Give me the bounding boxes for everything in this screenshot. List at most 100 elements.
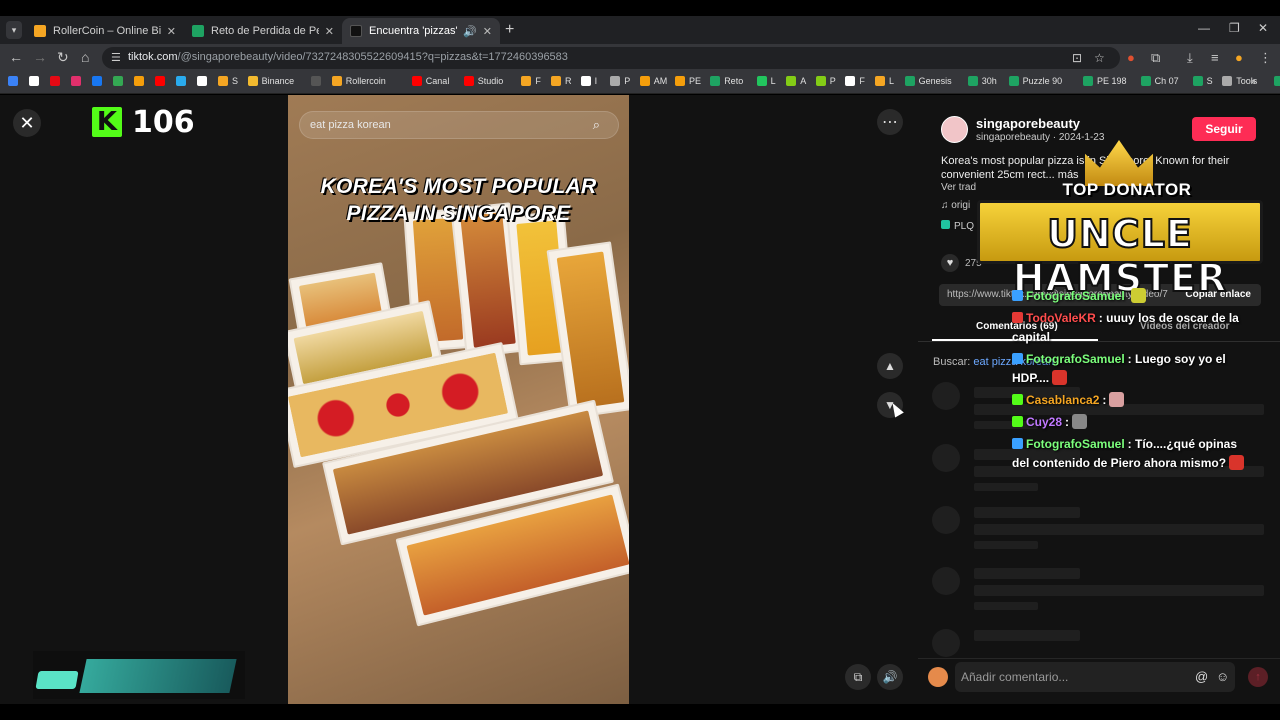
bookmark-item[interactable]: R: [551, 76, 572, 86]
bookmark-item[interactable]: I: [580, 76, 597, 86]
home-button[interactable]: ⌂: [81, 49, 89, 65]
heart-icon[interactable]: ♥: [941, 254, 959, 272]
bookmark-item[interactable]: Canal: [411, 76, 449, 86]
bookmark-item[interactable]: A: [786, 76, 806, 86]
more-bookmarks-icon[interactable]: »: [1251, 76, 1256, 86]
install-app-icon[interactable]: ⊡: [1072, 51, 1082, 65]
bookmark-item[interactable]: [155, 76, 169, 86]
creator-username[interactable]: singaporebeauty: [976, 116, 1080, 131]
bookmark-star-icon[interactable]: ☆: [1094, 51, 1105, 65]
bookmark-favicon-icon: [50, 76, 60, 86]
chat-badge-icon: [1012, 416, 1023, 427]
download-icon[interactable]: ⤓: [1187, 50, 1193, 66]
send-comment-button[interactable]: ↑: [1248, 667, 1268, 687]
kick-logo-icon: K: [92, 107, 122, 137]
bookmark-item[interactable]: [113, 76, 127, 86]
bookmarks-bar: S Binance Rollercoin Canal Studio F R I P AM PE Ret…: [0, 72, 1280, 94]
close-window-button[interactable]: ✕: [1258, 21, 1268, 35]
video-search-bar[interactable]: eat pizza korean ⌕: [299, 111, 619, 139]
comment-skeleton-line: [974, 630, 1080, 641]
bookmark-item[interactable]: P: [815, 76, 836, 86]
bookmark-item[interactable]: Reto: [710, 76, 743, 86]
media-control-icon[interactable]: ≡: [1211, 50, 1219, 65]
bookmark-item[interactable]: [197, 76, 211, 86]
bookmark-item[interactable]: S: [218, 76, 238, 86]
menu-kebab-icon[interactable]: ⋮: [1259, 50, 1272, 66]
bookmark-item[interactable]: [50, 76, 64, 86]
more-options-button[interactable]: ⋯: [877, 109, 903, 135]
site-info-icon[interactable]: ☰: [111, 51, 121, 64]
bookmark-favicon-icon: [134, 76, 144, 86]
bookmark-item[interactable]: PE: [675, 76, 701, 86]
bookmark-item[interactable]: Studio: [463, 76, 504, 86]
bookmark-label: S: [232, 76, 239, 86]
comment-input[interactable]: Añadir comentario... @ ☺: [955, 662, 1235, 692]
bookmark-item[interactable]: [71, 76, 85, 86]
address-bar[interactable]: ☰ tiktok.com/@singaporebeauty/video/7327…: [102, 47, 1120, 69]
bookmark-item[interactable]: [176, 76, 190, 86]
previous-video-button[interactable]: ▲: [877, 353, 903, 379]
back-button[interactable]: ←: [9, 49, 23, 65]
bookmark-label: Rollercoin: [345, 76, 386, 86]
chat-badge-icon: [1012, 290, 1023, 301]
bookmark-item[interactable]: AM: [639, 76, 667, 86]
tab-reto[interactable]: Reto de Perdida de Peso - El M ✕: [184, 18, 342, 44]
like-row[interactable]: ♥ 275: [941, 254, 982, 272]
comment-skeleton-line: [974, 524, 1264, 535]
plq-row[interactable]: PLQ: [941, 220, 974, 232]
bookmark-item[interactable]: Binance: [247, 76, 294, 86]
tab-rollercoin[interactable]: RollerCoin – Online Bitcoin Mining ✕: [26, 18, 184, 44]
bookmark-item[interactable]: Genesis: [904, 76, 952, 86]
tab-tiktok[interactable]: Encuentra 'pizzas' en TikTok 🔊 ✕: [342, 18, 500, 44]
follow-button[interactable]: Seguir: [1192, 117, 1256, 141]
bookmark-item[interactable]: [134, 76, 148, 86]
bookmark-item[interactable]: PE 198: [1083, 76, 1127, 86]
donator-banner: UNCLE HAMSTER: [977, 200, 1263, 301]
chat-emote-icon: [1109, 392, 1125, 407]
profile-icon[interactable]: ●: [1235, 50, 1243, 65]
extension-fox-icon[interactable]: ●: [1127, 50, 1135, 65]
bookmark-favicon-icon: [639, 76, 650, 86]
close-tab-icon[interactable]: ✕: [325, 25, 334, 38]
floating-player-button[interactable]: ⧉: [845, 664, 871, 690]
bookmark-label: Studio: [477, 76, 504, 86]
bookmark-item[interactable]: P: [610, 76, 630, 86]
chat-emote-icon: [1072, 414, 1088, 429]
sound-row[interactable]: ♫ origi: [941, 200, 970, 211]
bookmark-item[interactable]: [29, 76, 43, 86]
bookmark-item[interactable]: L: [875, 76, 894, 86]
maximize-button[interactable]: ❐: [1229, 21, 1240, 35]
volume-button[interactable]: 🔊: [877, 664, 903, 690]
close-tab-icon[interactable]: ✕: [167, 25, 176, 38]
bookmark-item[interactable]: L: [756, 76, 776, 86]
bookmark-item[interactable]: [310, 76, 325, 86]
close-video-button[interactable]: ✕: [13, 109, 41, 137]
video-search-text: eat pizza korean: [310, 119, 391, 131]
bookmark-item[interactable]: F: [845, 76, 865, 86]
new-tab-button[interactable]: +: [505, 21, 514, 39]
bookmark-favicon-icon: [1192, 76, 1203, 86]
bookmark-item[interactable]: Seeds: [1274, 76, 1280, 86]
plq-icon: [941, 220, 950, 229]
tab-search-button[interactable]: ▾: [6, 21, 22, 39]
bookmark-item[interactable]: 30h: [967, 76, 997, 86]
bookmark-item[interactable]: Rollercoin: [331, 76, 386, 86]
extensions-puzzle-icon[interactable]: ⧉: [1151, 50, 1160, 66]
bookmark-item[interactable]: Puzzle 90: [1008, 76, 1062, 86]
bookmark-item[interactable]: Ch 07: [1140, 76, 1179, 86]
bookmark-item[interactable]: [8, 76, 22, 86]
bookmark-item[interactable]: F: [521, 76, 541, 86]
forward-button[interactable]: →: [33, 49, 47, 65]
search-icon[interactable]: ⌕: [593, 117, 600, 133]
mention-icon[interactable]: @: [1195, 669, 1208, 684]
video-player[interactable]: eat pizza korean ⌕ KOREA'S MOST POPULAR …: [288, 95, 629, 704]
reload-button[interactable]: ↻: [57, 49, 69, 66]
avatar[interactable]: [941, 116, 968, 143]
see-translation-link[interactable]: Ver trad: [941, 182, 976, 193]
bookmark-item[interactable]: [92, 76, 106, 86]
emoji-icon[interactable]: ☺: [1216, 669, 1229, 684]
chat-badge-icon: [1012, 353, 1023, 364]
close-tab-icon[interactable]: ✕: [483, 25, 492, 38]
minimize-button[interactable]: —: [1198, 21, 1210, 35]
bookmark-item[interactable]: S: [1192, 76, 1213, 86]
